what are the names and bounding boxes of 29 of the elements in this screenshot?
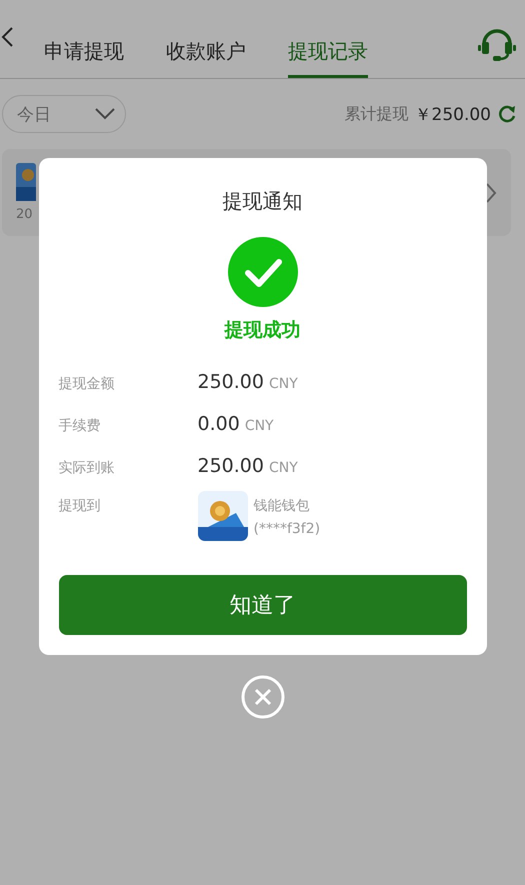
amount-value: 250.00 <box>198 455 264 477</box>
field-label: 手续费 <box>58 417 102 435</box>
tab[interactable]: 申请提现 <box>44 38 124 78</box>
date-dropdown[interactable]: 今日 <box>2 95 126 133</box>
total-amount: ￥250.00 <box>414 104 491 126</box>
field-label: 提现到 <box>58 497 102 515</box>
account-number: (****f3f2) <box>254 521 320 537</box>
status-text: 提现成功 <box>224 318 300 343</box>
amount-value: 0.00 <box>198 413 240 435</box>
wallet-logo-icon <box>198 491 248 541</box>
amount-value: 250.00 <box>198 371 264 393</box>
record-date: 20 <box>16 207 34 222</box>
field-label: 实际到账 <box>58 459 116 477</box>
back-icon[interactable] <box>0 26 14 48</box>
check-icon <box>228 237 298 307</box>
tab[interactable]: 提现记录 <box>288 38 368 78</box>
currency-unit: CNY <box>244 418 274 434</box>
wallet-name: 钱能钱包 <box>254 497 310 515</box>
total-label: 累计提现 <box>344 104 409 124</box>
currency-unit: CNY <box>268 460 298 476</box>
currency-unit: CNY <box>268 376 298 392</box>
confirm-button[interactable]: 知道了 <box>58 575 466 635</box>
wallet-logo-icon <box>16 163 36 201</box>
field-label: 提现金额 <box>58 375 116 393</box>
refresh-icon[interactable] <box>497 104 517 124</box>
chevron-right-icon <box>485 182 497 202</box>
chevron-down-icon <box>95 108 115 120</box>
tab[interactable]: 收款账户 <box>166 38 246 78</box>
dialog-title: 提现通知 <box>222 188 302 215</box>
